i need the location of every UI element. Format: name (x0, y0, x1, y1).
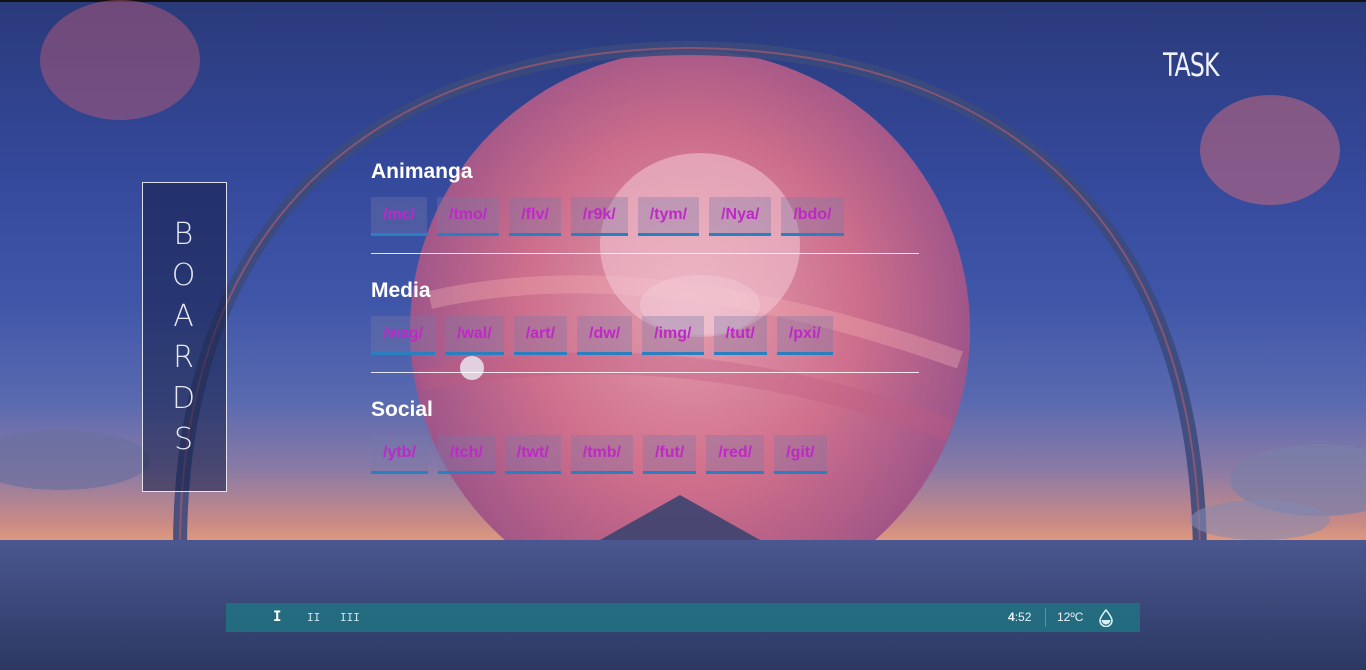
board-link[interactable]: /flv/ (509, 197, 561, 236)
boards-letter: S (173, 422, 196, 457)
section-divider (371, 253, 919, 254)
section-divider (371, 372, 919, 373)
section-social: Social /ytb/ /tch/ /twt/ /tmb/ /fut/ /re… (371, 397, 919, 474)
section-title: Media (371, 279, 431, 302)
boards-letter: R (173, 340, 196, 375)
link-row: /mc/ /tmo/ /flv/ /r9k/ /tym/ /Nya/ /bdo/ (371, 197, 919, 236)
board-link[interactable]: /art/ (513, 316, 568, 355)
boards-letter: D (171, 381, 198, 416)
clock-minute: :52 (1014, 610, 1032, 624)
board-link[interactable]: /wal/ (445, 316, 504, 355)
board-link[interactable]: /bdo/ (781, 197, 844, 236)
board-link[interactable]: /twt/ (504, 435, 561, 474)
board-link[interactable]: /tch/ (437, 435, 495, 474)
board-link[interactable]: /mc/ (371, 197, 428, 236)
section-title: Social (371, 398, 433, 421)
temperature: 12ºC (1057, 610, 1084, 624)
boards-letter: O (171, 258, 198, 293)
board-link[interactable]: /wag/ (371, 316, 436, 355)
board-link[interactable]: /tmb/ (570, 435, 633, 474)
link-row: /ytb/ /tch/ /twt/ /tmb/ /fut/ /red/ /git… (371, 435, 919, 474)
workspace-button-3[interactable]: III (340, 603, 360, 632)
section-animanga: Animanga /mc/ /tmo/ /flv/ /r9k/ /tym/ /N… (371, 159, 919, 236)
section-title: Animanga (371, 160, 473, 183)
board-link[interactable]: /dw/ (577, 316, 633, 355)
board-link[interactable]: /img/ (642, 316, 704, 355)
boards-letter: A (173, 299, 196, 334)
board-link[interactable]: /r9k/ (570, 197, 628, 236)
board-link[interactable]: /ytb/ (371, 435, 428, 474)
clock-hour: 4 (1008, 610, 1015, 624)
boards-letter: B (173, 217, 196, 252)
status-bar: I II III 4:52 12ºC (226, 603, 1140, 632)
section-media: Media /wag/ /wal/ /art/ /dw/ /img/ /tut/… (371, 278, 919, 355)
workspace-button-2[interactable]: II (307, 603, 320, 632)
water-drop-icon (1099, 609, 1113, 627)
task-title: TASK (1163, 46, 1220, 84)
board-link[interactable]: /git/ (774, 435, 827, 474)
board-link[interactable]: /Nya/ (709, 197, 772, 236)
boards-panel: B O A R D S (142, 182, 227, 492)
status-separator (1045, 608, 1046, 627)
board-link[interactable]: /tmo/ (437, 197, 500, 236)
board-link[interactable]: /red/ (706, 435, 765, 474)
clock: 4:52 (1008, 603, 1031, 632)
workspace-button-1[interactable]: I (273, 603, 281, 632)
board-link[interactable]: /fut/ (643, 435, 697, 474)
board-link[interactable]: /tym/ (637, 197, 700, 236)
link-row: /wag/ /wal/ /art/ /dw/ /img/ /tut/ /pxi/ (371, 316, 919, 355)
board-link[interactable]: /pxi/ (776, 316, 833, 355)
board-link[interactable]: /tut/ (713, 316, 767, 355)
